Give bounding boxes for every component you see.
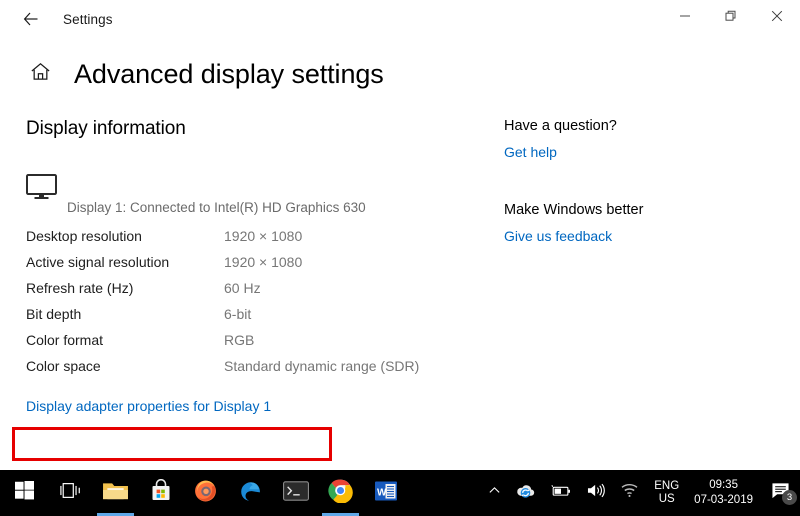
help-group: Have a question? Get help xyxy=(504,118,800,162)
table-row: Color space Standard dynamic range (SDR) xyxy=(26,358,500,384)
action-center-button[interactable]: 3 xyxy=(762,470,798,516)
sidebar-column: Have a question? Get help Make Windows b… xyxy=(500,118,800,416)
display-summary: Display 1: Connected to Intel(R) HD Grap… xyxy=(26,174,500,222)
windows-logo-icon xyxy=(14,481,34,505)
feedback-heading: Make Windows better xyxy=(504,202,644,218)
command-prompt-button[interactable] xyxy=(273,470,318,516)
display-caption: Display 1: Connected to Intel(R) HD Grap… xyxy=(67,200,366,215)
chrome-button[interactable] xyxy=(318,470,363,516)
main-column: Display information Display 1: Connected… xyxy=(0,118,500,416)
table-row: Bit depth 6-bit xyxy=(26,306,500,332)
volume-button[interactable] xyxy=(579,470,613,516)
clock[interactable]: 09:35 07-03-2019 xyxy=(687,478,762,508)
close-icon xyxy=(771,10,783,22)
task-view-button[interactable] xyxy=(48,470,93,516)
onedrive-button[interactable] xyxy=(508,470,543,516)
section-title: Display information xyxy=(26,118,186,139)
page-header: Advanced display settings xyxy=(0,60,800,88)
language-line-2: US xyxy=(658,493,675,505)
page-title: Advanced display settings xyxy=(74,58,384,89)
close-button[interactable] xyxy=(754,0,800,32)
start-button[interactable] xyxy=(0,470,48,516)
get-help-link[interactable]: Get help xyxy=(504,144,557,160)
task-view-icon xyxy=(59,481,82,505)
chevron-up-icon xyxy=(488,484,501,502)
table-row: Desktop resolution 1920 × 1080 xyxy=(26,228,500,254)
content-area: Display information Display 1: Connected… xyxy=(0,118,800,416)
info-value: Standard dynamic range (SDR) xyxy=(224,358,420,374)
window-controls xyxy=(662,0,800,32)
info-label: Color space xyxy=(26,358,101,374)
firefox-icon xyxy=(193,478,218,508)
taskbar: W ENG US 09:35 07-03-2019 3 xyxy=(0,470,800,516)
clock-date: 07-03-2019 xyxy=(694,494,753,506)
info-label: Active signal resolution xyxy=(26,254,170,270)
restore-button[interactable] xyxy=(708,0,754,32)
edge-button[interactable] xyxy=(228,470,273,516)
edge-icon xyxy=(238,478,263,508)
svg-text:W: W xyxy=(377,487,387,498)
onedrive-sync-icon xyxy=(515,482,536,504)
info-label: Desktop resolution xyxy=(26,228,142,244)
adapter-link-wrap: Display adapter properties for Display 1 xyxy=(26,396,271,416)
word-icon: W xyxy=(374,480,398,507)
chrome-icon xyxy=(328,478,353,508)
speaker-icon xyxy=(586,482,606,504)
display-adapter-properties-link[interactable]: Display adapter properties for Display 1 xyxy=(26,396,271,416)
system-tray: ENG US 09:35 07-03-2019 3 xyxy=(481,470,800,516)
app-title: Settings xyxy=(63,11,113,27)
help-heading: Have a question? xyxy=(504,118,617,134)
monitor-icon xyxy=(26,174,57,205)
wifi-icon xyxy=(620,483,639,503)
title-bar: Settings xyxy=(0,0,800,38)
table-row: Refresh rate (Hz) 60 Hz xyxy=(26,280,500,306)
home-button[interactable] xyxy=(26,60,54,88)
back-arrow-icon xyxy=(22,10,40,28)
info-label: Bit depth xyxy=(26,306,82,322)
word-button[interactable]: W xyxy=(363,470,408,516)
info-value: 1920 × 1080 xyxy=(224,254,303,270)
firefox-button[interactable] xyxy=(183,470,228,516)
display-info-table: Desktop resolution 1920 × 1080 Active si… xyxy=(26,228,500,384)
feedback-group: Make Windows better Give us feedback xyxy=(504,202,800,246)
file-explorer-button[interactable] xyxy=(93,470,138,516)
microsoft-store-button[interactable] xyxy=(138,470,183,516)
minimize-button[interactable] xyxy=(662,0,708,32)
language-line-1: ENG xyxy=(654,480,680,492)
network-button[interactable] xyxy=(613,470,646,516)
minimize-icon xyxy=(679,10,691,22)
battery-button[interactable] xyxy=(543,470,579,516)
folder-icon xyxy=(102,479,129,507)
info-label: Refresh rate (Hz) xyxy=(26,280,134,296)
language-indicator[interactable]: ENG US xyxy=(646,480,687,506)
home-icon xyxy=(29,60,52,88)
show-hidden-icons-button[interactable] xyxy=(481,470,508,516)
clock-time: 09:35 xyxy=(709,479,738,491)
info-value: 60 Hz xyxy=(224,280,261,296)
info-label: Color format xyxy=(26,332,104,348)
annotation-highlight-box xyxy=(12,427,332,461)
store-bag-icon xyxy=(149,478,173,508)
terminal-icon xyxy=(282,480,309,506)
back-button[interactable] xyxy=(8,3,54,35)
table-row: Color format RGB xyxy=(26,332,500,358)
table-row: Active signal resolution 1920 × 1080 xyxy=(26,254,500,280)
notification-badge: 3 xyxy=(782,490,797,505)
info-value: RGB xyxy=(224,332,255,348)
info-value: 1920 × 1080 xyxy=(224,228,303,244)
give-feedback-link[interactable]: Give us feedback xyxy=(504,228,612,244)
info-value: 6-bit xyxy=(224,306,252,322)
restore-icon xyxy=(725,10,737,22)
battery-icon xyxy=(550,484,572,503)
